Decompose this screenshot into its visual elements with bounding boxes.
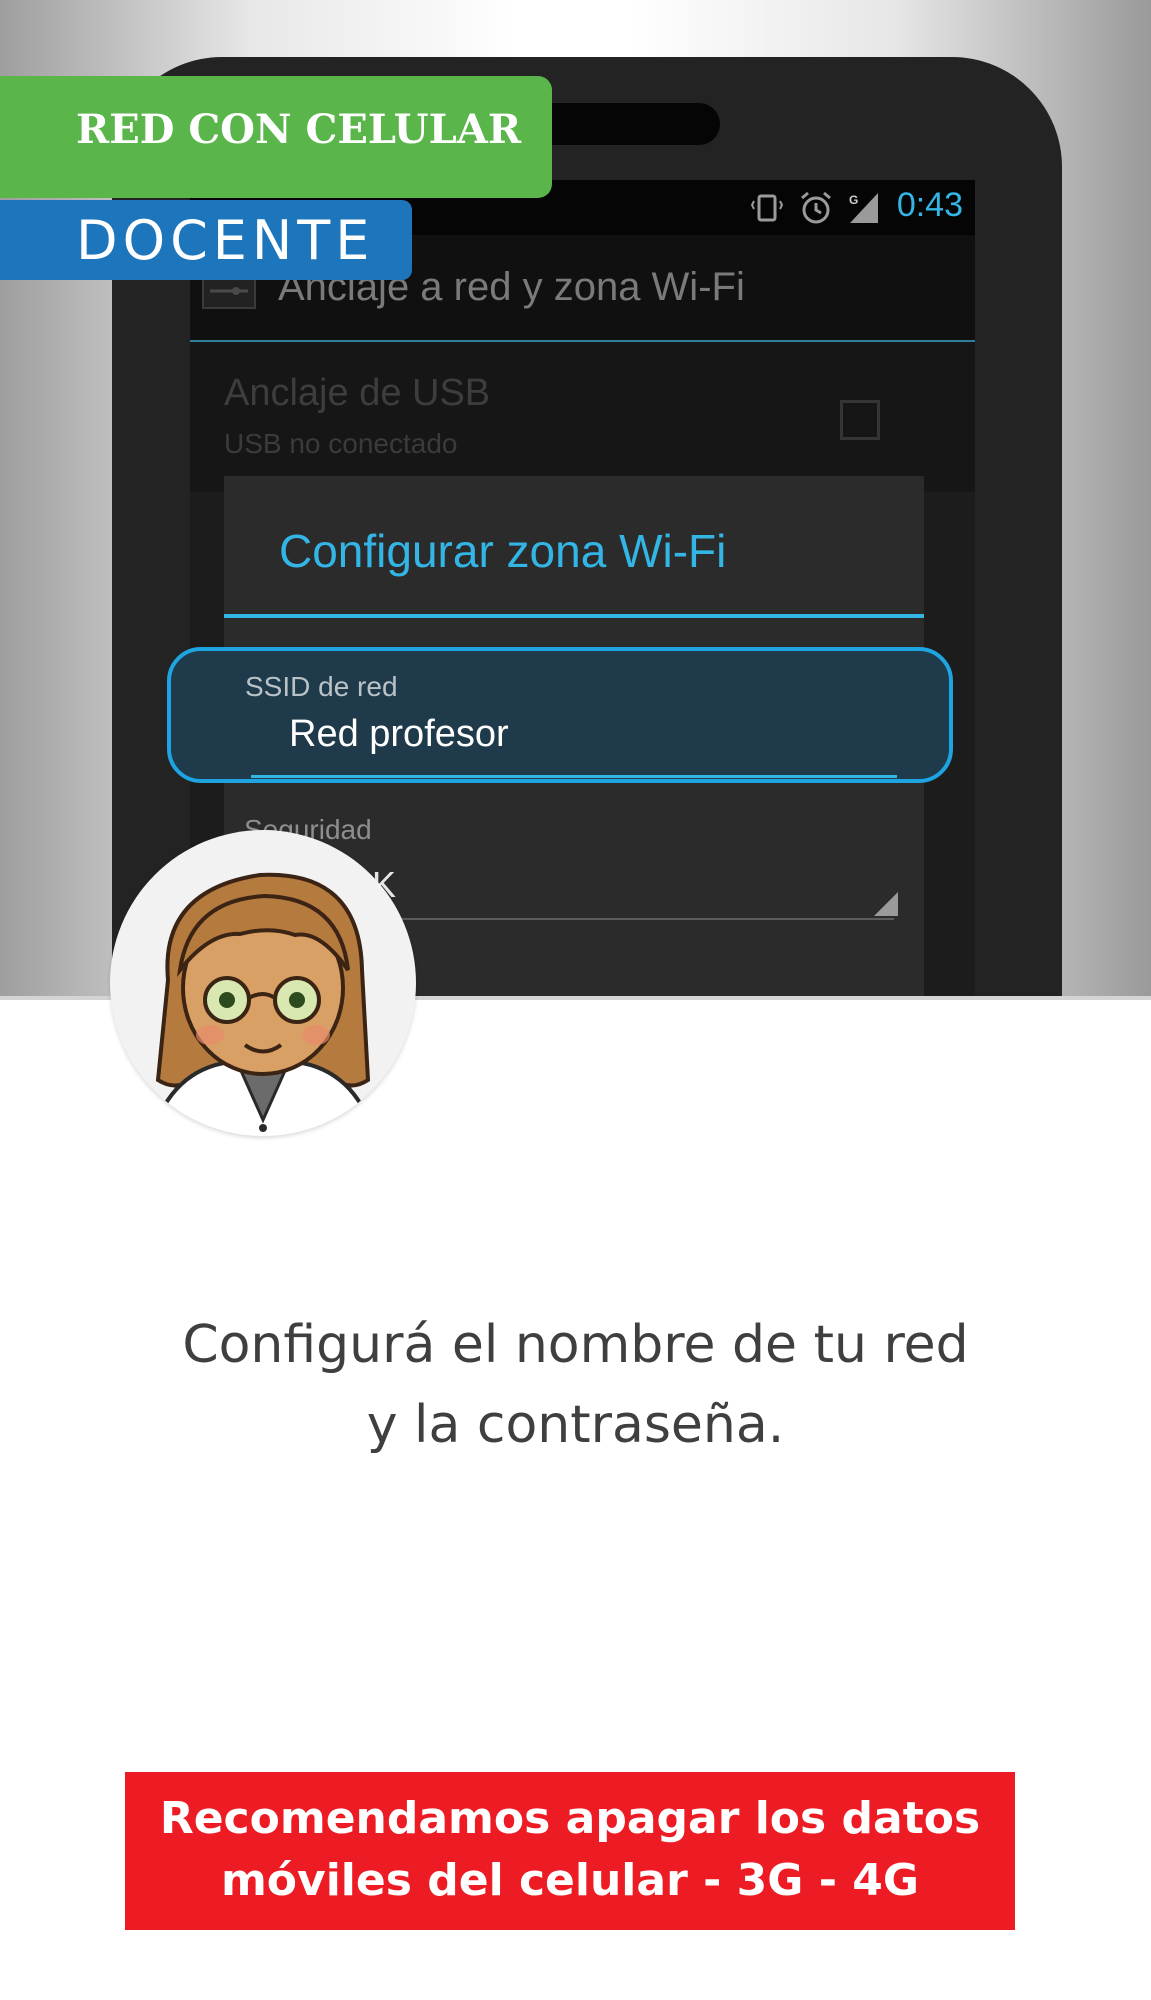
instruction-text: Configurá el nombre de tu red y la contr… (0, 1305, 1151, 1465)
ssid-label: SSID de red (245, 671, 398, 702)
teacher-avatar (110, 830, 416, 1136)
audience-badge-label: DOCENTE (76, 209, 375, 272)
recommendation-line-2: móviles del celular - 3G - 4G (220, 1855, 920, 1906)
status-icons: G (750, 190, 880, 226)
category-badge-label: RED CON CELULAR (76, 106, 522, 153)
audience-badge: DOCENTE (0, 200, 412, 280)
ssid-highlight-callout: SSID de red Red profesor (167, 647, 953, 783)
usb-tethering-checkbox[interactable] (840, 400, 880, 440)
alarm-icon (801, 191, 831, 224)
dialog-title: Configurar zona Wi-Fi (279, 525, 727, 577)
svg-text:G: G (849, 193, 858, 207)
status-time: 0:43 (896, 186, 963, 224)
dropdown-corner-icon[interactable] (874, 892, 898, 916)
ssid-input[interactable]: Red profesor (289, 713, 509, 756)
signal-icon: G (849, 193, 878, 223)
category-badge: RED CON CELULAR (0, 76, 552, 198)
teacher-illustration-icon (149, 872, 377, 1136)
usb-tethering-status: USB no conectado (224, 428, 458, 459)
dialog-title-divider (224, 614, 924, 618)
usb-tethering-row[interactable]: Anclaje de USB USB no conectado (190, 342, 975, 492)
recommendation-line-1: Recomendamos apagar los datos (159, 1793, 981, 1844)
usb-tethering-title: Anclaje de USB (224, 372, 491, 414)
vibrate-icon (750, 194, 784, 222)
instruction-line-1: Configurá el nombre de tu red (182, 1315, 969, 1375)
instruction-line-2: y la contraseña. (366, 1395, 785, 1455)
recommendation-banner: Recomendamos apagar los datos móviles de… (125, 1772, 1015, 1930)
ssid-input-underline (251, 775, 897, 778)
